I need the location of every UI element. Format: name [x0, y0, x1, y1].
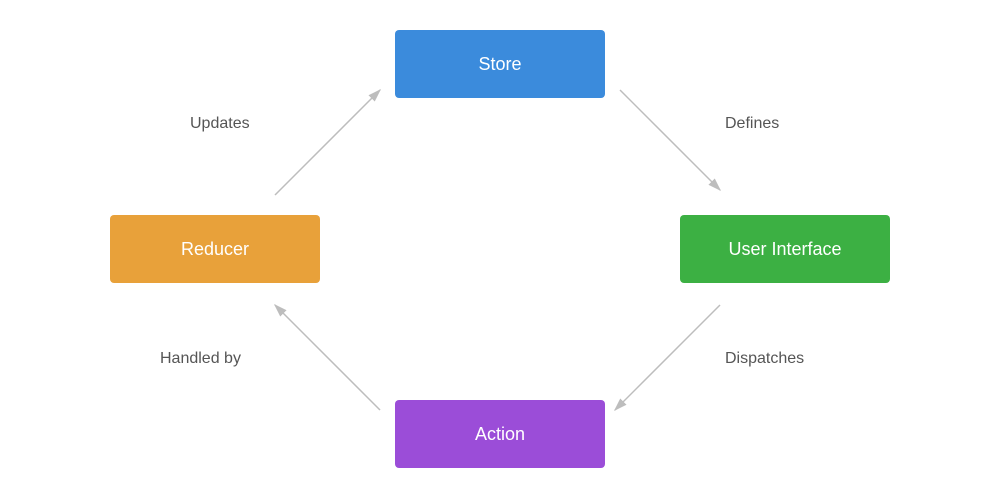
- arrow-store-to-ui: [620, 90, 720, 190]
- node-store: Store: [395, 30, 605, 98]
- node-action: Action: [395, 400, 605, 468]
- edge-label-handled-by: Handled by: [160, 350, 241, 368]
- edge-label-defines: Defines: [725, 115, 779, 133]
- arrow-action-to-reducer: [275, 305, 380, 410]
- arrow-reducer-to-store: [275, 90, 380, 195]
- arrow-ui-to-action: [615, 305, 720, 410]
- edge-label-dispatches: Dispatches: [725, 350, 804, 368]
- node-reducer: Reducer: [110, 215, 320, 283]
- edge-label-updates: Updates: [190, 115, 250, 133]
- node-user-interface: User Interface: [680, 215, 890, 283]
